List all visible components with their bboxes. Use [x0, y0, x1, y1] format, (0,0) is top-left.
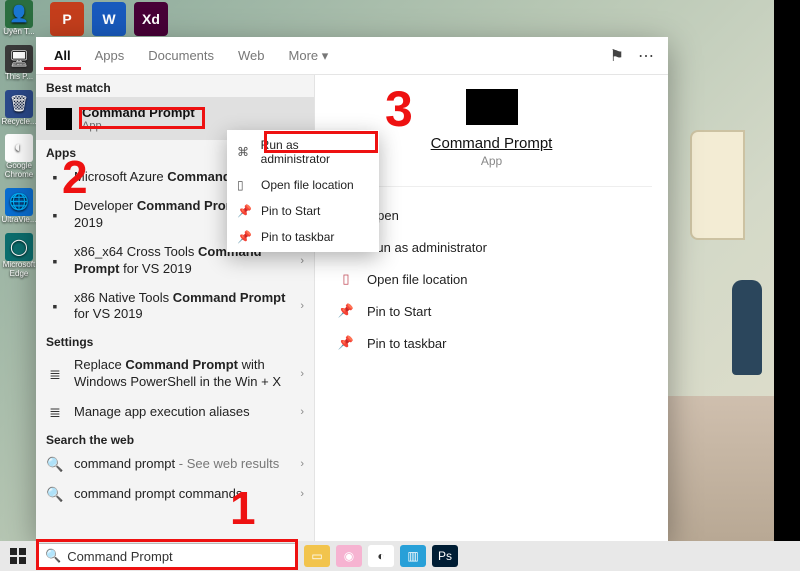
wallpaper-sign [690, 130, 745, 240]
menu-item-icon: 📌 [237, 230, 253, 244]
wallpaper-figure [732, 280, 762, 375]
search-icon: 🔍 [46, 485, 64, 503]
preview-action[interactable]: 📌Pin to Start [323, 295, 660, 327]
taskbar-app[interactable]: ◉ [336, 545, 362, 567]
taskbar-app[interactable]: ▭ [304, 545, 330, 567]
desktop-icon[interactable]: 🖥This P... [2, 45, 36, 82]
chevron-right-icon: › [300, 368, 304, 380]
search-icon: 🔍 [46, 455, 64, 473]
taskbar-app[interactable]: Ps [432, 545, 458, 567]
search-filter-tabs: AllAppsDocumentsWebMore ▾ [44, 42, 338, 70]
settings-icon: ≣ [46, 403, 64, 421]
menu-item-icon: 📌 [237, 204, 253, 218]
annotation-number-3: 3 [385, 80, 413, 138]
taskbar: 🔍 Command Prompt ▭ ◉ ◐ ▥ Ps [0, 541, 800, 571]
app-icon: ▪ [46, 252, 64, 270]
chevron-right-icon: › [300, 406, 304, 418]
desktop-icon[interactable]: 🗑Recycle... [2, 90, 36, 127]
taskbar-app[interactable]: ▥ [400, 545, 426, 567]
desktop-icon[interactable]: 👤Uyên T... [2, 0, 36, 37]
taskbar-search-value: Command Prompt [67, 549, 172, 564]
search-result-web[interactable]: 🔍command prompt - See web results› [36, 449, 314, 479]
command-prompt-icon [46, 108, 72, 130]
context-menu-item[interactable]: 📌Pin to taskbar [227, 224, 379, 250]
pinned-app[interactable]: Xd [134, 2, 168, 36]
pinned-app[interactable]: W [92, 2, 126, 36]
top-pinned-apps: PWXd [50, 2, 168, 36]
taskbar-search-box[interactable]: 🔍 Command Prompt [36, 543, 296, 569]
desktop-icon[interactable]: ◯Microsoft Edge [2, 233, 36, 279]
context-menu-item[interactable]: 📌Pin to Start [227, 198, 379, 224]
taskbar-app[interactable]: ◐ [368, 545, 394, 567]
preview-subtitle: App [481, 154, 502, 168]
pinned-app[interactable]: P [50, 2, 84, 36]
section-search-web: Search the web [36, 427, 314, 449]
preview-title[interactable]: Command Prompt [431, 135, 553, 152]
tab-web[interactable]: Web [228, 42, 275, 70]
start-search-panel: AllAppsDocumentsWebMore ▾ ⚑ ⋯ Best match… [36, 37, 668, 541]
start-button[interactable] [0, 541, 36, 571]
annotation-number-1: 1 [230, 481, 256, 535]
more-options-icon[interactable]: ⋯ [638, 46, 654, 66]
settings-icon: ≣ [46, 365, 64, 383]
app-icon: ▪ [46, 206, 64, 224]
search-result-setting[interactable]: ≣Replace Command Prompt with Windows Pow… [36, 351, 314, 397]
menu-item-icon: ▯ [237, 178, 253, 192]
best-match-title: Command Prompt [82, 105, 195, 120]
chevron-right-icon: › [300, 488, 304, 500]
preview-command-prompt-icon [466, 89, 518, 125]
action-icon: 📌 [337, 335, 355, 351]
desktop-icons-column: 👤Uyên T... 🖥This P... 🗑Recycle... ◐Google C… [2, 0, 38, 278]
search-result-app[interactable]: ▪x86 Native Tools Command Prompt for VS … [36, 284, 314, 330]
tab-all[interactable]: All [44, 42, 81, 70]
preview-action[interactable]: ▯Open file location [323, 263, 660, 295]
search-result-web[interactable]: 🔍command prompt commands› [36, 479, 314, 509]
search-icon: 🔍 [45, 548, 61, 564]
tab-more[interactable]: More ▾ [279, 42, 339, 70]
tab-documents[interactable]: Documents [138, 42, 224, 70]
context-menu-item[interactable]: ⌘Run as administrator [227, 132, 379, 172]
chevron-right-icon: › [300, 255, 304, 267]
annotation-number-2: 2 [62, 150, 88, 204]
preview-action[interactable]: 📌Pin to taskbar [323, 327, 660, 359]
feedback-icon[interactable]: ⚑ [610, 46, 624, 66]
search-panel-header: AllAppsDocumentsWebMore ▾ ⚑ ⋯ [36, 37, 668, 75]
app-icon: ▪ [46, 297, 64, 315]
tab-apps[interactable]: Apps [85, 42, 135, 70]
section-best-match: Best match [36, 75, 314, 97]
desktop-icon[interactable]: ◐Google Chrome [2, 134, 36, 180]
best-match-subtitle: App [82, 120, 195, 132]
action-icon: 📌 [337, 303, 355, 319]
menu-item-icon: ⌘ [237, 145, 253, 159]
search-header-actions: ⚑ ⋯ [610, 46, 660, 66]
section-settings: Settings [36, 329, 314, 351]
action-icon: ▯ [337, 271, 355, 287]
divider [331, 186, 652, 187]
chevron-right-icon: › [300, 458, 304, 470]
desktop-icon[interactable]: 🌐UltraVie... [2, 188, 36, 225]
search-result-setting[interactable]: ≣Manage app execution aliases› [36, 397, 314, 427]
chevron-right-icon: › [300, 300, 304, 312]
context-menu-item[interactable]: ▯Open file location [227, 172, 379, 198]
taskbar-pinned-apps: ▭ ◉ ◐ ▥ Ps [304, 545, 458, 567]
context-menu[interactable]: ⌘Run as administrator▯Open file location… [227, 130, 379, 252]
